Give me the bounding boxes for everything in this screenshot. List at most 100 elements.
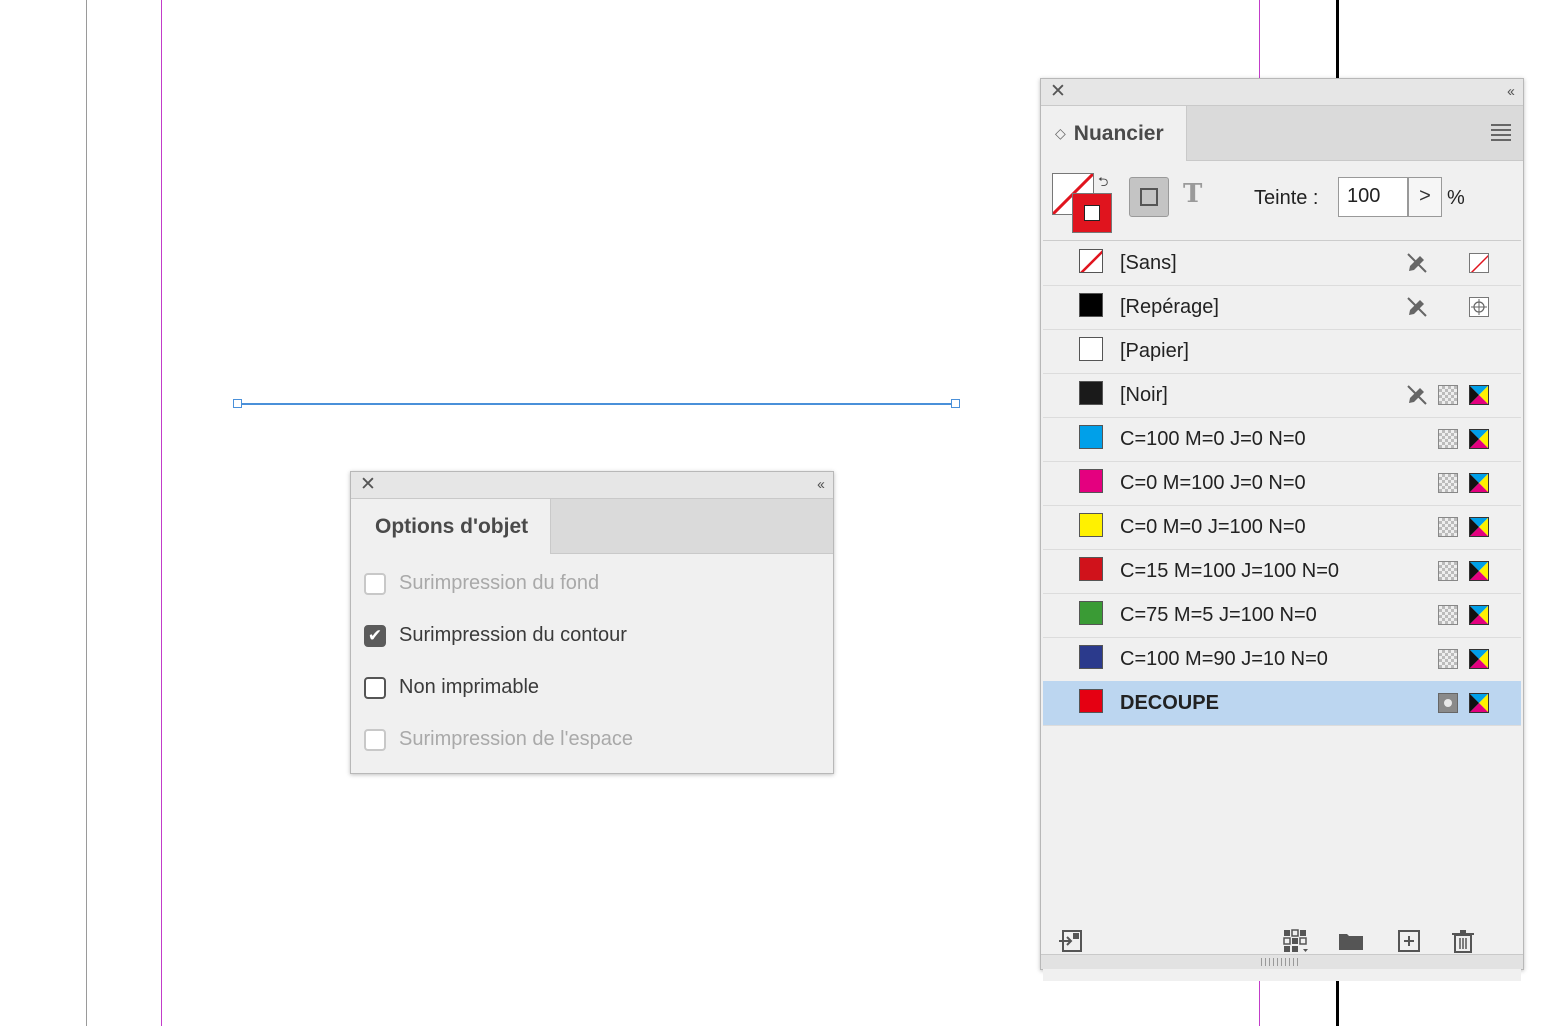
swatch-name: C=0 M=100 J=0 N=0 — [1120, 472, 1306, 494]
process-icon — [1438, 561, 1458, 581]
selection-handle-right[interactable] — [951, 399, 960, 408]
option-surimpression-fond[interactable]: Surimpression du fond — [364, 572, 599, 595]
swatch-chip — [1079, 513, 1103, 537]
swatch-name: DECOUPE — [1120, 692, 1219, 714]
swatch-row[interactable]: C=0 M=0 J=100 N=0 — [1043, 505, 1521, 550]
cmyk-icon — [1469, 605, 1489, 625]
object-options-panel: ✕ ‹‹ Options d'objet Surimpression du fo… — [350, 471, 834, 774]
swatch-name: C=0 M=0 J=100 N=0 — [1120, 516, 1306, 538]
swatch-chip — [1079, 645, 1103, 669]
checkbox-surimpression-fond[interactable] — [364, 572, 386, 595]
swatch-chip — [1079, 601, 1103, 625]
process-icon — [1438, 429, 1458, 449]
formatting-container-button[interactable] — [1129, 177, 1169, 217]
column-guide-left — [161, 0, 162, 1026]
registration-icon — [1469, 297, 1489, 317]
panel-menu-icon[interactable] — [1491, 124, 1511, 144]
tint-arrow-button[interactable]: > — [1408, 177, 1442, 217]
tab-nuancier[interactable]: ◇ Nuancier — [1041, 106, 1187, 161]
panel-titlebar[interactable]: ✕ ‹‹ — [351, 472, 833, 499]
swatch-name: C=15 M=100 J=100 N=0 — [1120, 560, 1340, 582]
pencil-off-icon — [1407, 297, 1427, 317]
checkbox-surimpression-contour[interactable]: ✔ — [364, 624, 386, 647]
swatch-chip — [1079, 337, 1103, 361]
swatch-row[interactable]: [Sans] — [1043, 241, 1521, 286]
option-label: Surimpression du contour — [399, 624, 627, 646]
new-swatch-icon[interactable] — [1395, 927, 1423, 955]
new-group-icon[interactable] — [1337, 927, 1365, 955]
swatch-chip — [1079, 689, 1103, 713]
spot-icon — [1438, 693, 1458, 713]
panel-tabstrip: Options d'objet — [351, 499, 833, 554]
swatch-view-icon[interactable] — [1281, 927, 1309, 955]
swatch-chip — [1079, 293, 1103, 317]
tint-label: Teinte : — [1254, 187, 1319, 209]
swap-fill-stroke-icon[interactable]: ⮌ — [1098, 173, 1108, 195]
cmyk-icon — [1469, 649, 1489, 669]
option-non-imprimable[interactable]: Non imprimable — [364, 676, 539, 699]
container-icon — [1140, 188, 1158, 206]
tab-arrow-icon: ◇ — [1055, 125, 1066, 141]
tint-input[interactable]: 100 — [1338, 177, 1408, 217]
swatch-row[interactable]: C=75 M=5 J=100 N=0 — [1043, 593, 1521, 638]
fill-stroke-widget[interactable]: ⮌ — [1052, 173, 1114, 235]
panel-title: Options d'objet — [375, 514, 529, 538]
pencil-off-icon — [1407, 253, 1427, 273]
panel-titlebar[interactable]: ✕ ‹‹ — [1041, 79, 1523, 106]
cmyk-icon — [1469, 429, 1489, 449]
swatch-chip — [1079, 249, 1103, 273]
stroke-swatch-icon[interactable] — [1072, 193, 1112, 233]
close-icon[interactable]: ✕ — [1050, 82, 1066, 102]
swatch-row[interactable]: C=100 M=90 J=10 N=0 — [1043, 637, 1521, 682]
swatch-row[interactable]: C=15 M=100 J=100 N=0 — [1043, 549, 1521, 594]
tab-options-objet[interactable]: Options d'objet — [351, 499, 552, 554]
panel-footer — [1041, 954, 1523, 969]
close-icon[interactable]: ✕ — [360, 475, 376, 495]
swatch-row-selected[interactable]: DECOUPE — [1043, 681, 1521, 726]
swatch-name: C=75 M=5 J=100 N=0 — [1120, 604, 1317, 626]
selected-line-object[interactable] — [238, 403, 956, 405]
checkbox-surimpression-espace[interactable] — [364, 728, 386, 751]
swatch-name: [Papier] — [1120, 340, 1189, 362]
swatch-chip — [1079, 381, 1103, 405]
option-label: Surimpression du fond — [399, 572, 600, 594]
swatch-row[interactable]: [Repérage] — [1043, 285, 1521, 330]
pencil-off-icon — [1407, 385, 1427, 405]
swatch-name: C=100 M=90 J=10 N=0 — [1120, 648, 1328, 670]
formatting-text-icon[interactable]: T — [1183, 179, 1202, 209]
swatch-chip — [1079, 557, 1103, 581]
swatches-toolbar: ⮌ T Teinte : 100 > % — [1041, 161, 1523, 239]
panel-title: Nuancier — [1073, 121, 1164, 145]
swatch-list: [Sans] [Repérage] [Papier] [Noir] C=100 — [1043, 240, 1521, 981]
swatch-chip — [1079, 425, 1103, 449]
swatch-name: [Repérage] — [1120, 296, 1219, 318]
checkmark-icon: ✔ — [367, 626, 383, 645]
swatch-row[interactable]: [Papier] — [1043, 329, 1521, 374]
collapse-icon[interactable]: ‹‹ — [817, 475, 825, 495]
swatch-row[interactable]: [Noir] — [1043, 373, 1521, 418]
option-label: Non imprimable — [399, 676, 540, 698]
swatches-panel: ✕ ‹‹ ◇ Nuancier ⮌ T Teinte : 100 > % [Sa… — [1040, 78, 1524, 981]
process-icon — [1438, 385, 1458, 405]
option-label: Surimpression de l'espace — [399, 728, 633, 750]
swatch-name: [Sans] — [1120, 252, 1177, 274]
checkbox-non-imprimable[interactable] — [364, 676, 386, 699]
resize-grip-icon[interactable] — [1261, 958, 1299, 966]
swatch-row[interactable]: C=100 M=0 J=0 N=0 — [1043, 417, 1521, 462]
cmyk-icon — [1469, 561, 1489, 581]
process-icon — [1438, 605, 1458, 625]
cmyk-icon — [1469, 693, 1489, 713]
place-swatches-icon[interactable] — [1057, 927, 1085, 955]
swatch-row[interactable]: C=0 M=100 J=0 N=0 — [1043, 461, 1521, 506]
selection-handle-left[interactable] — [233, 399, 242, 408]
cmyk-icon — [1469, 517, 1489, 537]
delete-icon[interactable] — [1449, 927, 1477, 955]
swatch-name: [Noir] — [1120, 384, 1168, 406]
option-surimpression-contour[interactable]: ✔ Surimpression du contour — [364, 624, 627, 647]
swatch-chip — [1079, 469, 1103, 493]
option-surimpression-espace[interactable]: Surimpression de l'espace — [364, 728, 633, 751]
tint-unit: % — [1447, 187, 1465, 209]
cmyk-icon — [1469, 473, 1489, 493]
panel-tabstrip: ◇ Nuancier — [1041, 106, 1523, 161]
collapse-icon[interactable]: ‹‹ — [1507, 82, 1515, 102]
